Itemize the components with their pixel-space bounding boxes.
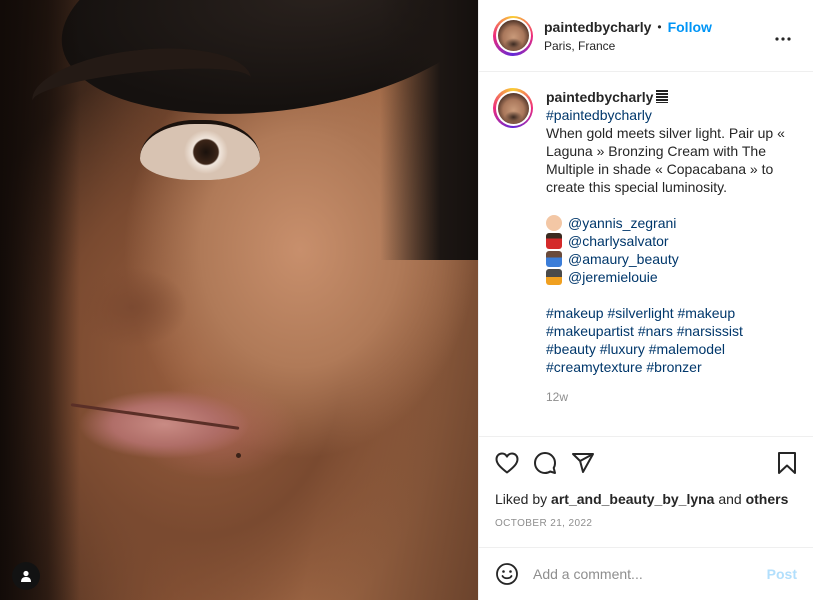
user-icon [21,570,31,582]
more-options-button[interactable] [775,28,791,46]
caption-avatar-image [497,92,529,124]
location-link[interactable]: Paris, France [544,39,712,53]
action-bar [495,449,797,477]
avatar[interactable] [493,15,533,56]
header-text: paintedbycharly • Follow Paris, France [544,19,712,53]
caption-time-ago: 12w [546,390,569,404]
photo-nose [60,180,220,350]
post-side-panel: paintedbycharly • Follow Paris, France p… [478,0,813,600]
person-red-icon [546,233,562,249]
caption-username[interactable]: paintedbycharly [546,89,653,105]
likes-others-link[interactable]: others [746,491,789,507]
paper-plane-icon [572,453,594,473]
photo-eye [140,120,260,180]
post-date: OCTOBER 21, 2022 [495,518,593,529]
mention-item: @amaury_beauty [546,250,799,268]
separator-dot: • [657,19,662,34]
hashtag-line[interactable]: #makeupartist #nars #narsissist [546,322,799,340]
photo-mole [236,453,241,458]
mention-link[interactable]: @charlysalvator [568,232,669,250]
comment-icon [534,452,556,474]
caption-body: When gold meets silver light. Pair up « … [546,125,785,195]
avatar-image [497,20,529,51]
comment-bar: Post [479,547,813,600]
mention-link[interactable]: @amaury_beauty [568,250,679,268]
heart-icon [495,452,519,474]
post-comment-button[interactable]: Post [767,566,797,582]
share-button[interactable] [571,451,595,475]
likes-summary: Liked by art_and_beauty_by_lyna and othe… [495,491,788,507]
photo-hair-side [380,0,478,260]
save-button[interactable] [777,451,797,475]
mention-link[interactable]: @jeremielouie [568,268,658,286]
caption-text: paintedbycharly #paintedbycharly When go… [546,88,799,436]
post-photo[interactable] [0,0,478,600]
caption-avatar[interactable] [493,88,533,128]
comment-button[interactable] [533,451,557,475]
menu-symbol-icon [656,90,669,103]
comment-input[interactable] [533,566,767,582]
hashtag-line[interactable]: #makeup #silverlight #makeup [546,304,799,322]
more-horizontal-icon [775,37,791,41]
like-button[interactable] [495,452,519,474]
post-header: paintedbycharly • Follow Paris, France [479,0,813,72]
caption-section: paintedbycharly #paintedbycharly When go… [479,72,813,437]
mention-item: @jeremielouie [546,268,799,286]
tagged-users-button[interactable] [12,562,40,590]
mention-link[interactable]: @yannis_zegrani [568,214,676,232]
man-face-icon [546,215,562,231]
likes-conjunction: and [718,491,742,507]
follow-button[interactable]: Follow [668,19,712,35]
photo-lips [60,375,250,465]
liker-username[interactable]: art_and_beauty_by_lyna [551,491,714,507]
header-username[interactable]: paintedbycharly [544,19,651,35]
hashtag-line[interactable]: #creamytexture #bronzer [546,358,799,376]
bookmark-icon [778,452,796,474]
mention-item: @charlysalvator [546,232,799,250]
mention-item: @yannis_zegrani [546,214,799,232]
haircut-icon [546,251,562,267]
smiley-icon [496,563,518,585]
emoji-button[interactable] [495,562,519,586]
caption-hashtag-account[interactable]: #paintedbycharly [546,106,799,124]
likes-prefix: Liked by [495,491,548,507]
hashtag-line[interactable]: #beauty #luxury #malemodel [546,340,799,358]
camera-flash-icon [546,269,562,285]
